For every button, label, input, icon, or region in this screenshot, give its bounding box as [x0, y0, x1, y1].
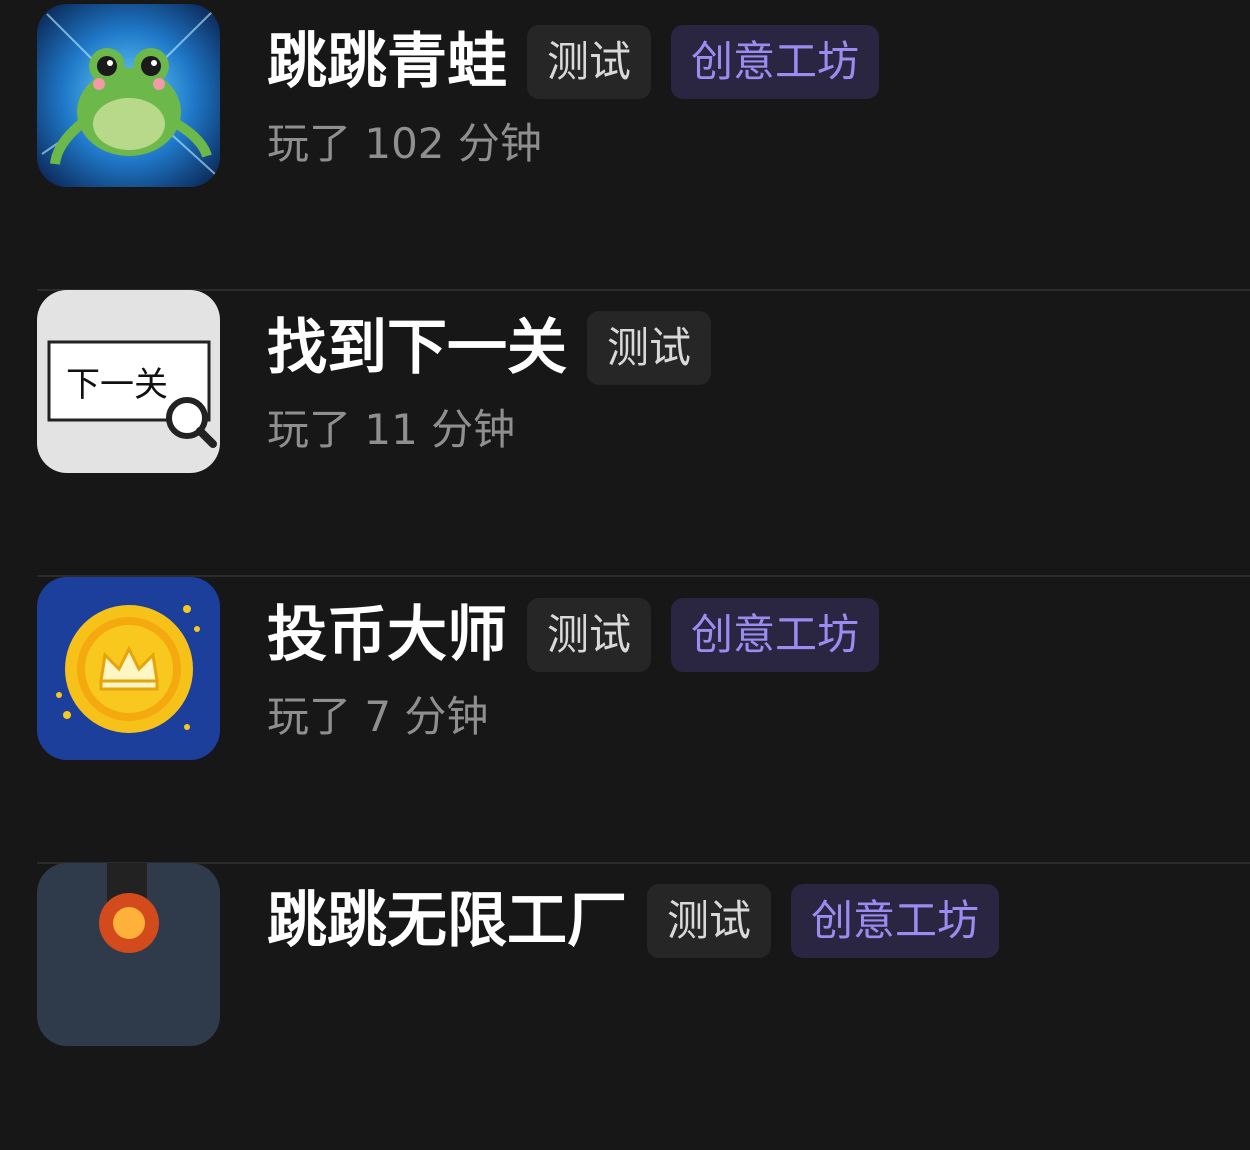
icon-label: 下一关: [66, 365, 168, 405]
factory-game-icon[interactable]: [37, 863, 220, 1046]
title-line: 投币大师 测试 创意工坊: [267, 598, 899, 672]
tag-test: 测试: [527, 598, 652, 672]
game-title[interactable]: 找到下一关: [267, 311, 567, 385]
tag-test: 测试: [527, 25, 652, 99]
playtime-text: 玩了 11 分钟: [267, 405, 516, 454]
game-title[interactable]: 跳跳青蛙: [267, 25, 507, 99]
frog-game-icon[interactable]: [37, 4, 220, 187]
title-line: 跳跳无限工厂 测试 创意工坊: [267, 884, 1019, 958]
game-title[interactable]: 投币大师: [267, 598, 507, 672]
tag-workshop: 创意工坊: [791, 884, 1000, 958]
tag-workshop: 创意工坊: [671, 598, 880, 672]
game-row[interactable]: 下一关 找到下一关 测试 玩了 11 分钟: [37, 290, 1250, 577]
game-list: 跳跳青蛙 测试 创意工坊 玩了 102 分钟 下一关 找到下一关 测试 玩了 1…: [0, 0, 1250, 1046]
game-row[interactable]: 投币大师 测试 创意工坊 玩了 7 分钟: [37, 577, 1250, 864]
coin-crown-icon[interactable]: [37, 577, 220, 760]
title-line: 找到下一关 测试: [267, 311, 731, 385]
title-line: 跳跳青蛙 测试 创意工坊: [267, 25, 899, 99]
playtime-text: 玩了 7 分钟: [267, 692, 489, 741]
tag-workshop: 创意工坊: [671, 25, 880, 99]
find-next-level-icon[interactable]: 下一关: [37, 290, 220, 473]
playtime-text: 玩了 102 分钟: [267, 119, 542, 168]
game-title[interactable]: 跳跳无限工厂: [267, 884, 627, 958]
game-row[interactable]: 跳跳青蛙 测试 创意工坊 玩了 102 分钟: [37, 4, 1250, 291]
tag-test: 测试: [587, 311, 712, 385]
tag-test: 测试: [647, 884, 772, 958]
game-row[interactable]: 跳跳无限工厂 测试 创意工坊: [37, 863, 1250, 1150]
